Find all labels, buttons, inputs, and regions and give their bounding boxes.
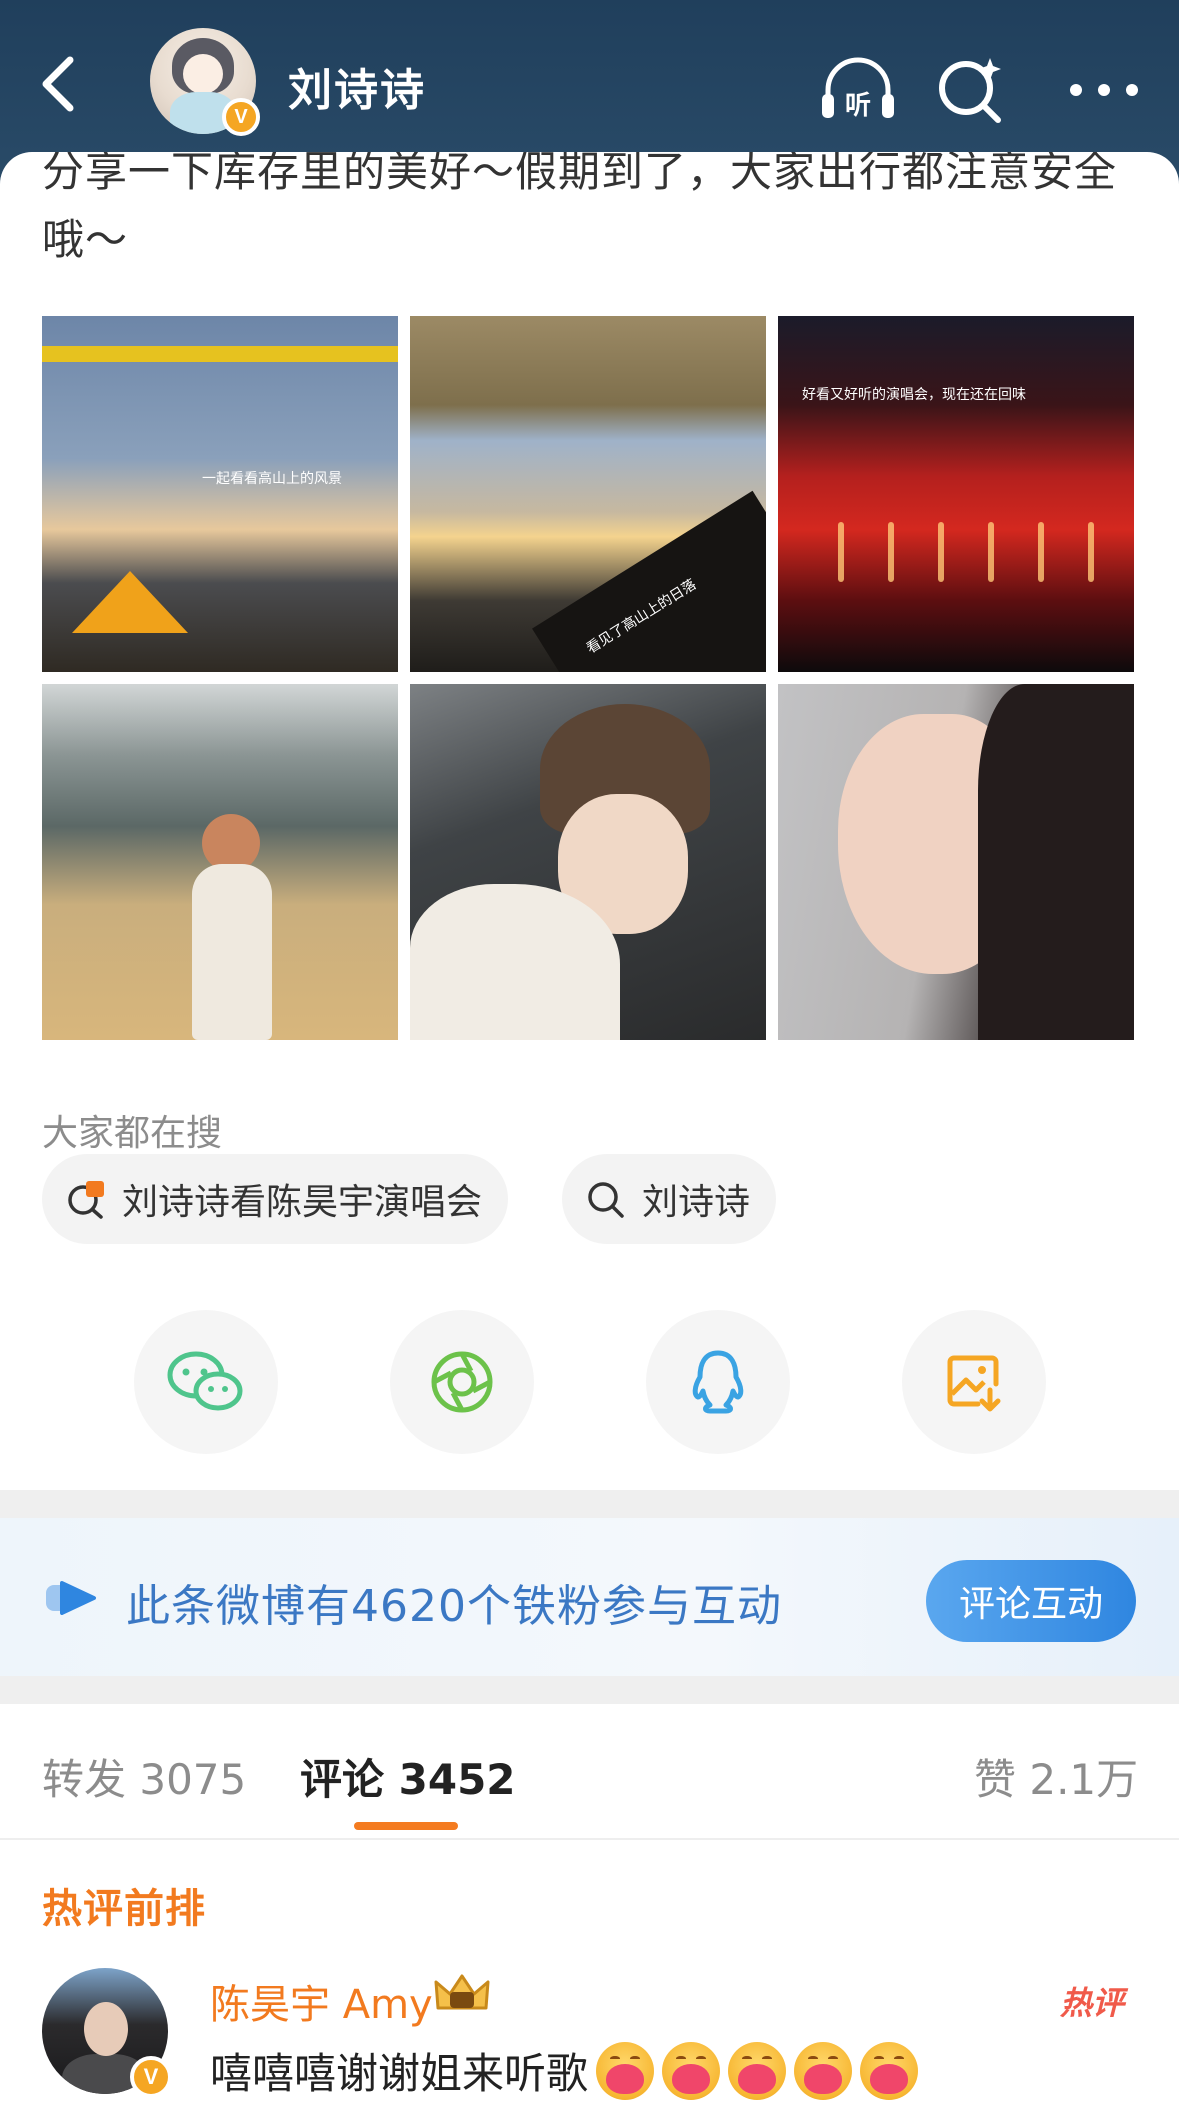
search-sparkle-icon [939, 58, 1001, 123]
post-photo-4[interactable] [42, 684, 398, 1040]
tab-repost[interactable]: 转发 3075 [42, 1746, 246, 1807]
save-image-button[interactable] [902, 1310, 1046, 1454]
user-name[interactable]: 刘诗诗 [288, 54, 426, 118]
post-photo-1[interactable]: 一起看看高山上的风景 [42, 316, 398, 672]
section-divider [0, 1490, 1179, 1518]
post-photo-6[interactable] [778, 684, 1134, 1040]
search-icon [584, 1177, 628, 1221]
heart-hug-emoji-icon [728, 2041, 787, 2100]
share-wechat-button[interactable] [134, 1310, 278, 1454]
back-button[interactable] [28, 44, 88, 124]
verified-badge: V [222, 98, 260, 136]
search-chip-name[interactable]: 刘诗诗 [562, 1154, 777, 1244]
moments-icon [431, 1351, 493, 1413]
heart-hug-emoji-icon [794, 2041, 853, 2100]
comment-avatar[interactable]: V [42, 1968, 172, 2098]
qq-icon [692, 1350, 744, 1414]
more-icon [1070, 84, 1138, 96]
comment-interact-button[interactable]: 评论互动 [926, 1560, 1136, 1642]
interaction-tabs: 转发 3075 评论 3452 赞 2.1万 [0, 1704, 1179, 1840]
more-button[interactable] [1062, 48, 1146, 132]
user-avatar[interactable]: V [150, 28, 260, 136]
verified-badge: V [130, 2056, 172, 2098]
section-divider [0, 1676, 1179, 1704]
fan-crown-icon [434, 1974, 490, 2010]
listen-label: 听 [845, 91, 871, 121]
photo-caption-1: 一起看看高山上的风景 [202, 471, 342, 487]
tab-likes[interactable]: 赞 2.1万 [974, 1746, 1138, 1807]
fan-logo-icon [46, 1581, 96, 1615]
share-moments-button[interactable] [390, 1310, 534, 1454]
share-qq-button[interactable] [646, 1310, 790, 1454]
comment-text-content: 嘻嘻嘻谢谢姐来听歌 [210, 2049, 589, 2098]
search-chip-label: 刘诗诗看陈昊宇演唱会 [122, 1182, 483, 1223]
hot-comments-title: 热评前排 [42, 1886, 206, 1932]
post-card: 分享一下库存里的美好～假期到了，大家出行都注意安全哦～ 一起看看高山上的风景 看… [0, 152, 1179, 1490]
hot-comment-tag: 热评 [1060, 1984, 1125, 2022]
heart-hug-emoji-icon [596, 2041, 655, 2100]
hot-search-icon [64, 1177, 108, 1221]
comment-text: 嘻嘻嘻谢谢姐来听歌 [210, 2040, 919, 2101]
search-chip-label: 刘诗诗 [642, 1182, 751, 1223]
listen-button[interactable]: 听 [816, 48, 900, 132]
fan-interaction-banner[interactable]: 此条微博有4620个铁粉参与互动 评论互动 [0, 1518, 1179, 1676]
tent-shape [72, 571, 188, 633]
wechat-icon [167, 1351, 243, 1411]
post-photo-5[interactable] [410, 684, 766, 1040]
search-section-title: 大家都在搜 [42, 1113, 223, 1154]
post-text: 分享一下库存里的美好～假期到了，大家出行都注意安全哦～ [42, 152, 1118, 264]
search-button[interactable] [928, 48, 1012, 132]
heart-hug-emoji-icon [662, 2041, 721, 2100]
fan-banner-text: 此条微博有4620个铁粉参与互动 [126, 1581, 782, 1632]
save-image-icon [947, 1355, 1001, 1412]
post-photo-2[interactable]: 看见了高山上的日落 [410, 316, 766, 672]
back-icon [42, 56, 74, 112]
tab-comments[interactable]: 评论 3452 [300, 1746, 516, 1807]
listen-icon: 听 [822, 57, 894, 121]
post-photo-3[interactable]: 好看又好听的演唱会，现在还在回味 [778, 316, 1134, 672]
active-tab-indicator [354, 1822, 458, 1830]
search-chip-hot[interactable]: 刘诗诗看陈昊宇演唱会 [42, 1154, 509, 1244]
photo-caption-3: 好看又好听的演唱会，现在还在回味 [802, 387, 1026, 403]
heart-hug-emoji-icon [860, 2041, 919, 2100]
comment-author[interactable]: 陈昊宇 Amy [210, 1972, 433, 2030]
